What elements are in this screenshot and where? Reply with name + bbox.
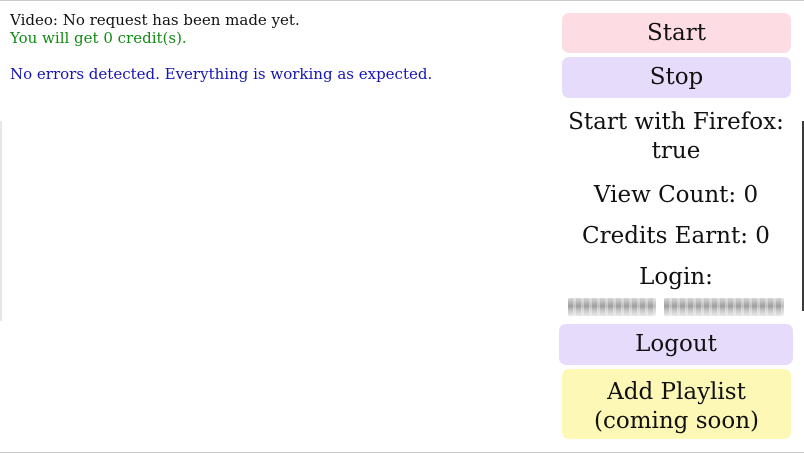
logout-button[interactable]: Logout [559, 324, 793, 365]
login-label: Login: [639, 264, 713, 290]
add-playlist-button[interactable]: Add Playlist (coming soon) [562, 369, 791, 439]
redacted-name-part [664, 298, 784, 316]
app-window: Video: No request has been made yet. You… [0, 0, 804, 453]
video-status-text: Video: No request has been made yet. [10, 11, 300, 29]
redacted-name-part [568, 298, 656, 316]
credits-estimate-text: You will get 0 credit(s). [10, 29, 187, 47]
login-username-redacted [558, 294, 794, 318]
stop-button[interactable]: Stop [562, 57, 791, 98]
error-status-text: No errors detected. Everything is workin… [10, 65, 433, 83]
credits-earnt-text: Credits Earnt: 0 [582, 223, 770, 249]
coming-soon-label: (coming soon) [594, 407, 759, 434]
control-panel: Start Stop Start with Firefox: true View… [558, 13, 794, 439]
view-count-text: View Count: 0 [593, 182, 759, 208]
status-panel: Video: No request has been made yet. You… [10, 11, 530, 83]
left-edge-divider [0, 121, 2, 321]
add-playlist-label: Add Playlist [607, 378, 746, 405]
start-button[interactable]: Start [562, 13, 791, 53]
firefox-setting-text: Start with Firefox: true [568, 109, 784, 164]
